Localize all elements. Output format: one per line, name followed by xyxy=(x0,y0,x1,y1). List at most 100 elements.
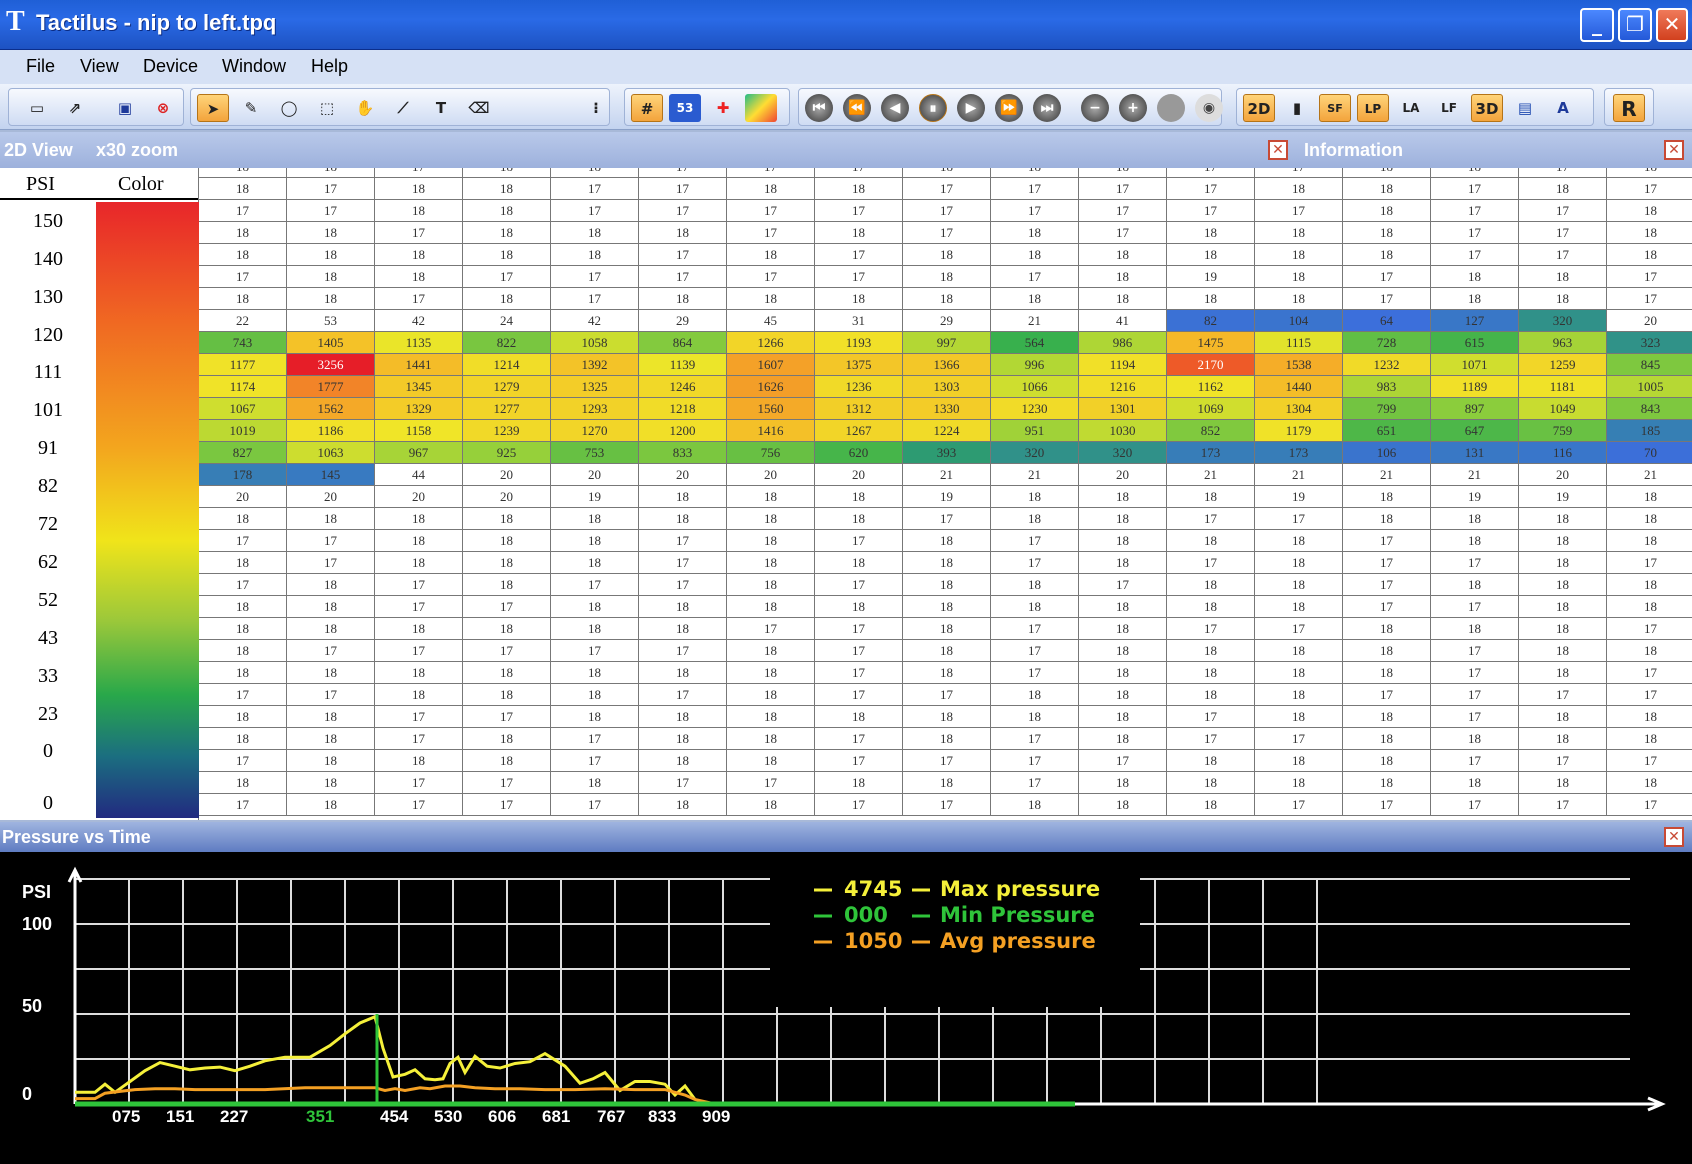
play-icon[interactable]: ▶ xyxy=(957,94,985,122)
grid-cell[interactable]: 17 xyxy=(551,574,639,596)
grid-cell[interactable]: 18 xyxy=(1167,288,1255,310)
grid-cell[interactable]: 18 xyxy=(815,222,903,244)
grid-cell[interactable]: 18 xyxy=(727,794,815,816)
grid-cell[interactable]: 41 xyxy=(1079,310,1167,332)
grid-cell[interactable]: 18 xyxy=(903,706,991,728)
grid-cell[interactable]: 17 xyxy=(1431,794,1519,816)
grid-cell[interactable]: 17 xyxy=(1079,178,1167,200)
grid-cell[interactable]: 20 xyxy=(199,486,287,508)
grid-cell[interactable]: 1218 xyxy=(639,398,727,420)
grid-cell[interactable]: 18 xyxy=(1079,794,1167,816)
grid-cell[interactable]: 18 xyxy=(1343,486,1431,508)
grid-cell[interactable]: 647 xyxy=(1431,420,1519,442)
grid-cell[interactable]: 18 xyxy=(1519,596,1607,618)
grid-cell[interactable]: 17 xyxy=(1519,794,1607,816)
grid-cell[interactable]: 17 xyxy=(1167,200,1255,222)
grid-cell[interactable]: 17 xyxy=(815,750,903,772)
grid-cell[interactable]: 18 xyxy=(1079,244,1167,266)
grid-cell[interactable]: 18 xyxy=(1255,288,1343,310)
grid-cell[interactable]: 1063 xyxy=(287,442,375,464)
grid-cell[interactable]: 104 xyxy=(1255,310,1343,332)
grid-cell[interactable]: 17 xyxy=(815,618,903,640)
grid-cell[interactable]: 19 xyxy=(1431,486,1519,508)
grid-cell[interactable]: 18 xyxy=(991,596,1079,618)
grid-cell[interactable]: 753 xyxy=(551,442,639,464)
grid-cell[interactable]: 20 xyxy=(375,486,463,508)
grid-cell[interactable]: 17 xyxy=(1343,266,1431,288)
grid-cell[interactable]: 17 xyxy=(1167,706,1255,728)
grid-cell[interactable]: 1200 xyxy=(639,420,727,442)
grid-cell[interactable]: 17 xyxy=(1255,200,1343,222)
grid-cell[interactable]: 18 xyxy=(1607,772,1692,794)
grid-cell[interactable]: 18 xyxy=(1607,222,1692,244)
grid-cell[interactable]: 18 xyxy=(727,552,815,574)
first-icon[interactable]: ⏮ xyxy=(805,94,833,122)
grid-cell[interactable]: 106 xyxy=(1343,442,1431,464)
grid-cell[interactable]: 1375 xyxy=(815,354,903,376)
grid-cell[interactable]: 17 xyxy=(1607,618,1692,640)
grid-cell[interactable]: 18 xyxy=(1343,508,1431,530)
grid-cell[interactable]: 967 xyxy=(375,442,463,464)
grid-cell[interactable]: 17 xyxy=(639,530,727,552)
grid-cell[interactable]: 21 xyxy=(1255,464,1343,486)
grid-cell[interactable]: 18 xyxy=(1255,772,1343,794)
grid-cell[interactable]: 756 xyxy=(727,442,815,464)
grid-cell[interactable]: 1303 xyxy=(903,376,991,398)
grid-cell[interactable]: 18 xyxy=(727,706,815,728)
grid-cell[interactable]: 17 xyxy=(1519,750,1607,772)
grid-cell[interactable]: 17 xyxy=(551,728,639,750)
grid-cell[interactable]: 70 xyxy=(1607,442,1692,464)
grid-cell[interactable]: 19 xyxy=(551,486,639,508)
grid-cell[interactable]: 18 xyxy=(727,288,815,310)
grid-cell[interactable]: 18 xyxy=(287,794,375,816)
grid-cell[interactable]: 18 xyxy=(551,618,639,640)
grid-cell[interactable]: 925 xyxy=(463,442,551,464)
grid-cell[interactable]: 17 xyxy=(639,168,727,178)
grid-cell[interactable]: 18 xyxy=(639,508,727,530)
grid-cell[interactable]: 18 xyxy=(1167,772,1255,794)
grid-cell[interactable]: 17 xyxy=(287,530,375,552)
grid-cell[interactable]: 822 xyxy=(463,332,551,354)
grid-cell[interactable]: 18 xyxy=(727,574,815,596)
grid-cell[interactable]: 18 xyxy=(1167,530,1255,552)
numbers-icon[interactable]: 53 xyxy=(669,94,701,122)
grid-cell[interactable]: 18 xyxy=(463,178,551,200)
grid-cell[interactable]: 17 xyxy=(1167,618,1255,640)
grid-cell[interactable]: 17 xyxy=(1607,750,1692,772)
grid-cell[interactable]: 17 xyxy=(375,222,463,244)
grid-cell[interactable]: 18 xyxy=(551,552,639,574)
grid-cell[interactable]: 18 xyxy=(1255,640,1343,662)
forward-icon[interactable]: ⏩ xyxy=(995,94,1023,122)
grid-cell[interactable]: 18 xyxy=(1607,200,1692,222)
grid-cell[interactable]: 173 xyxy=(1255,442,1343,464)
grid-cell[interactable]: 18 xyxy=(463,552,551,574)
grid-cell[interactable]: 17 xyxy=(375,728,463,750)
grid-cell[interactable]: 1019 xyxy=(199,420,287,442)
grid-cell[interactable]: 18 xyxy=(1079,552,1167,574)
grid-cell[interactable]: 17 xyxy=(1607,266,1692,288)
grid-cell[interactable]: 18 xyxy=(375,266,463,288)
grid-cell[interactable]: 44 xyxy=(375,464,463,486)
grid-cell[interactable]: 64 xyxy=(1343,310,1431,332)
grid-cell[interactable]: 18 xyxy=(287,662,375,684)
grid-cell[interactable]: 185 xyxy=(1607,420,1692,442)
grid-cell[interactable]: 996 xyxy=(991,354,1079,376)
grid-cell[interactable]: 1266 xyxy=(727,332,815,354)
grid-cell[interactable]: 17 xyxy=(815,640,903,662)
pencil-icon[interactable]: ✎ xyxy=(235,94,267,122)
grid-cell[interactable]: 18 xyxy=(1079,530,1167,552)
grid-cell[interactable]: 18 xyxy=(1519,728,1607,750)
grid-cell[interactable]: 18 xyxy=(1079,662,1167,684)
grid-cell[interactable]: 17 xyxy=(639,574,727,596)
grid-cell[interactable]: 18 xyxy=(1343,706,1431,728)
grid-cell[interactable]: 845 xyxy=(1607,354,1692,376)
grid-cell[interactable]: 18 xyxy=(1079,684,1167,706)
grid-cell[interactable]: 18 xyxy=(199,706,287,728)
grid-cell[interactable]: 18 xyxy=(639,728,727,750)
grid-cell[interactable]: 1030 xyxy=(1079,420,1167,442)
grid-cell[interactable]: 18 xyxy=(903,530,991,552)
grid-cell[interactable]: 1405 xyxy=(287,332,375,354)
grid-cell[interactable]: 21 xyxy=(991,464,1079,486)
grid-cell[interactable]: 145 xyxy=(287,464,375,486)
ellipse-icon[interactable]: ◯ xyxy=(273,94,305,122)
